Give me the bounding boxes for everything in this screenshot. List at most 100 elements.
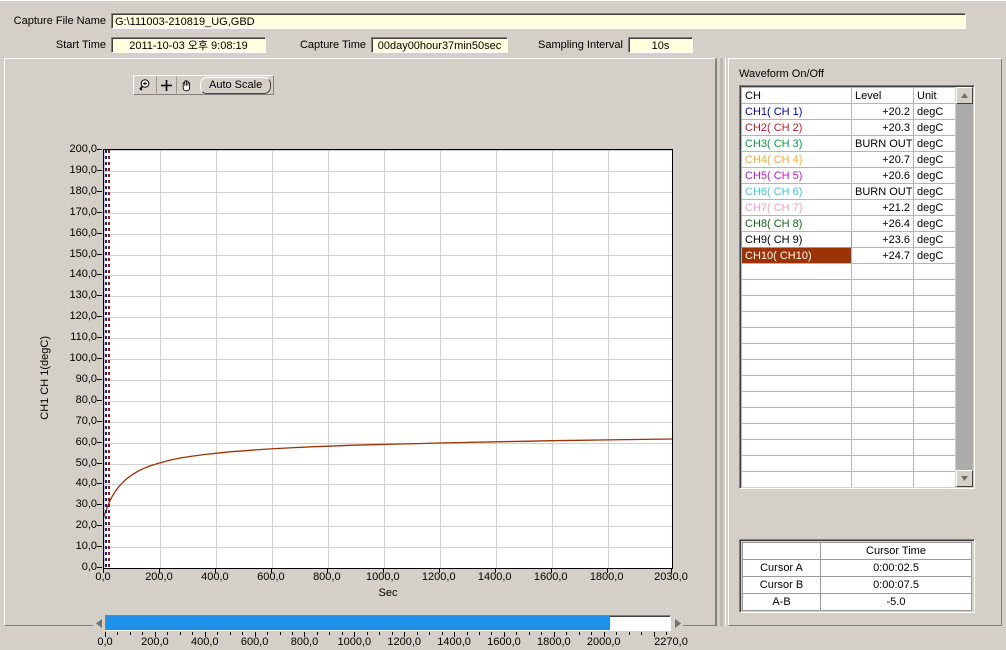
channel-unit-cell: degC: [913, 215, 955, 232]
table-row-empty[interactable]: [741, 423, 955, 440]
table-row[interactable]: CH8( CH 8) +26.4 degC: [741, 215, 955, 232]
table-row-empty[interactable]: [741, 343, 955, 360]
table-row-empty[interactable]: [741, 455, 955, 472]
channel-name-cell[interactable]: CH8( CH 8): [741, 215, 852, 232]
table-row[interactable]: CH7( CH 7) +21.2 degC: [741, 199, 955, 216]
scrollbar-tick: [117, 632, 119, 635]
empty-cell: [851, 327, 914, 344]
channel-name-cell[interactable]: CH5( CH 5): [741, 167, 852, 184]
column-header-level: Level: [851, 87, 914, 104]
scrollbar-tick: [267, 632, 269, 635]
cursor-b-value[interactable]: 0:00:07.5: [820, 576, 972, 594]
scrollbar-label: 400,0: [190, 636, 219, 648]
empty-cell: [851, 359, 914, 376]
table-row[interactable]: CH5( CH 5) +20.6 degC: [741, 167, 955, 184]
channel-name-cell[interactable]: CH4( CH 4): [741, 151, 852, 168]
table-row-empty[interactable]: [741, 407, 955, 424]
table-row-empty[interactable]: [741, 439, 955, 456]
empty-cell: [913, 311, 955, 328]
table-row-empty[interactable]: [741, 263, 955, 280]
cursor-a-value[interactable]: 0:00:02.5: [820, 559, 972, 577]
empty-cell: [851, 455, 914, 472]
empty-cell: [741, 471, 852, 487]
scrollbar-thumb[interactable]: [106, 616, 611, 630]
start-time-input[interactable]: 2011-10-03 오후 9:08:19: [111, 37, 266, 53]
table-row-empty[interactable]: [741, 311, 955, 328]
channel-level-cell: +20.2: [851, 103, 914, 120]
empty-cell: [913, 359, 955, 376]
triangle-right-icon[interactable]: [671, 615, 683, 631]
series-line: [104, 438, 672, 517]
table-row[interactable]: CH10( CH10) +24.7 degC: [741, 247, 955, 264]
table-row[interactable]: CH4( CH 4) +20.7 degC: [741, 151, 955, 168]
table-row[interactable]: CH6( CH 6) BURN OUT degC: [741, 183, 955, 200]
empty-cell: [851, 279, 914, 296]
triangle-down-icon[interactable]: [956, 470, 973, 487]
x-tick-label: 0,0: [95, 571, 111, 583]
table-row[interactable]: CH9( CH 9) +23.6 degC: [741, 231, 955, 248]
channel-name-cell[interactable]: CH3( CH 3): [741, 135, 852, 152]
table-row-empty[interactable]: [741, 279, 955, 296]
crosshair-icon[interactable]: [156, 76, 176, 94]
scrollbar-tick: [441, 632, 443, 635]
y-tick-mark: [97, 358, 102, 359]
sampling-interval-input[interactable]: 10s: [628, 37, 693, 53]
sampling-interval-label: Sampling Interval: [538, 39, 623, 51]
y-tick-mark: [97, 399, 102, 401]
scrollbar-tick: [591, 632, 593, 635]
triangle-left-icon[interactable]: [93, 615, 105, 631]
cursor-b-line[interactable]: [108, 150, 111, 568]
scrollbar-tick: [466, 632, 468, 635]
hand-pan-icon[interactable]: [176, 76, 196, 94]
table-row[interactable]: CH1( CH 1) +20.2 degC: [741, 103, 955, 120]
x-tick-label: 400,0: [201, 571, 229, 583]
capture-file-input[interactable]: G:\111003-210819_UG,GBD: [111, 13, 966, 29]
channel-name-cell[interactable]: CH1( CH 1): [741, 103, 852, 120]
x-tick-label: 2030,0: [654, 571, 688, 583]
cursor-header-time: Cursor Time: [820, 542, 972, 560]
empty-cell: [913, 279, 955, 296]
table-row-empty[interactable]: [741, 375, 955, 392]
channel-name-cell[interactable]: CH2( CH 2): [741, 119, 852, 136]
table-row[interactable]: CH2( CH 2) +20.3 degC: [741, 119, 955, 136]
table-row-empty[interactable]: [741, 327, 955, 344]
y-tick-mark: [97, 211, 102, 213]
time-scrollbar[interactable]: [93, 615, 683, 631]
cursor-a-line[interactable]: [104, 150, 107, 568]
scrollbar-label: 800,0: [290, 636, 319, 648]
empty-cell: [913, 263, 955, 280]
channel-unit-cell: degC: [913, 151, 955, 168]
table-row-empty[interactable]: [741, 471, 955, 487]
scrollbar-track[interactable]: [105, 615, 671, 631]
y-tick-mark: [97, 295, 102, 297]
table-row-empty[interactable]: [741, 391, 955, 408]
table-row[interactable]: CH3( CH 3) BURN OUT degC: [741, 135, 955, 152]
triangle-up-icon[interactable]: [956, 87, 973, 104]
plot-area[interactable]: [103, 149, 673, 569]
y-tick-mark: [97, 504, 102, 506]
channel-name-cell[interactable]: CH10( CH10): [741, 247, 852, 264]
channel-name-cell[interactable]: CH6( CH 6): [741, 183, 852, 200]
table-row-empty[interactable]: [741, 359, 955, 376]
y-tick-label: 140,0: [69, 268, 97, 281]
time-scrollbar-area: 0,0 200,0 400,0 600,0 800,0 1000,0 1200,0 1400,…: [93, 615, 688, 649]
channel-unit-cell: degC: [913, 103, 955, 120]
auto-scale-button[interactable]: Auto Scale: [200, 76, 272, 94]
panel-splitter[interactable]: [716, 58, 726, 626]
y-tick-label: 30,0: [75, 498, 97, 511]
capture-time-input[interactable]: 00day00hour37min50sec: [371, 37, 508, 53]
channel-level-cell: +23.6: [851, 231, 914, 248]
channel-name-cell[interactable]: CH7( CH 7): [741, 199, 852, 216]
scrollbar-tick: [142, 632, 144, 635]
waveform-table-scrollbar[interactable]: [955, 87, 973, 487]
scrollbar-tick: [578, 632, 580, 635]
empty-cell: [741, 279, 852, 296]
table-row-empty[interactable]: [741, 295, 955, 312]
waveform-table: CH Level Unit CH1( CH 1) +20.2 degC CH2( CH…: [741, 87, 955, 487]
channel-level-cell: +24.7: [851, 247, 914, 264]
capture-file-row: Capture File Name G:\111003-210819_UG,GB…: [6, 13, 966, 29]
channel-unit-cell: degC: [913, 183, 955, 200]
y-tick-label: 120,0: [69, 310, 97, 323]
magnifier-zoom-icon[interactable]: [136, 76, 156, 94]
channel-name-cell[interactable]: CH9( CH 9): [741, 231, 852, 248]
